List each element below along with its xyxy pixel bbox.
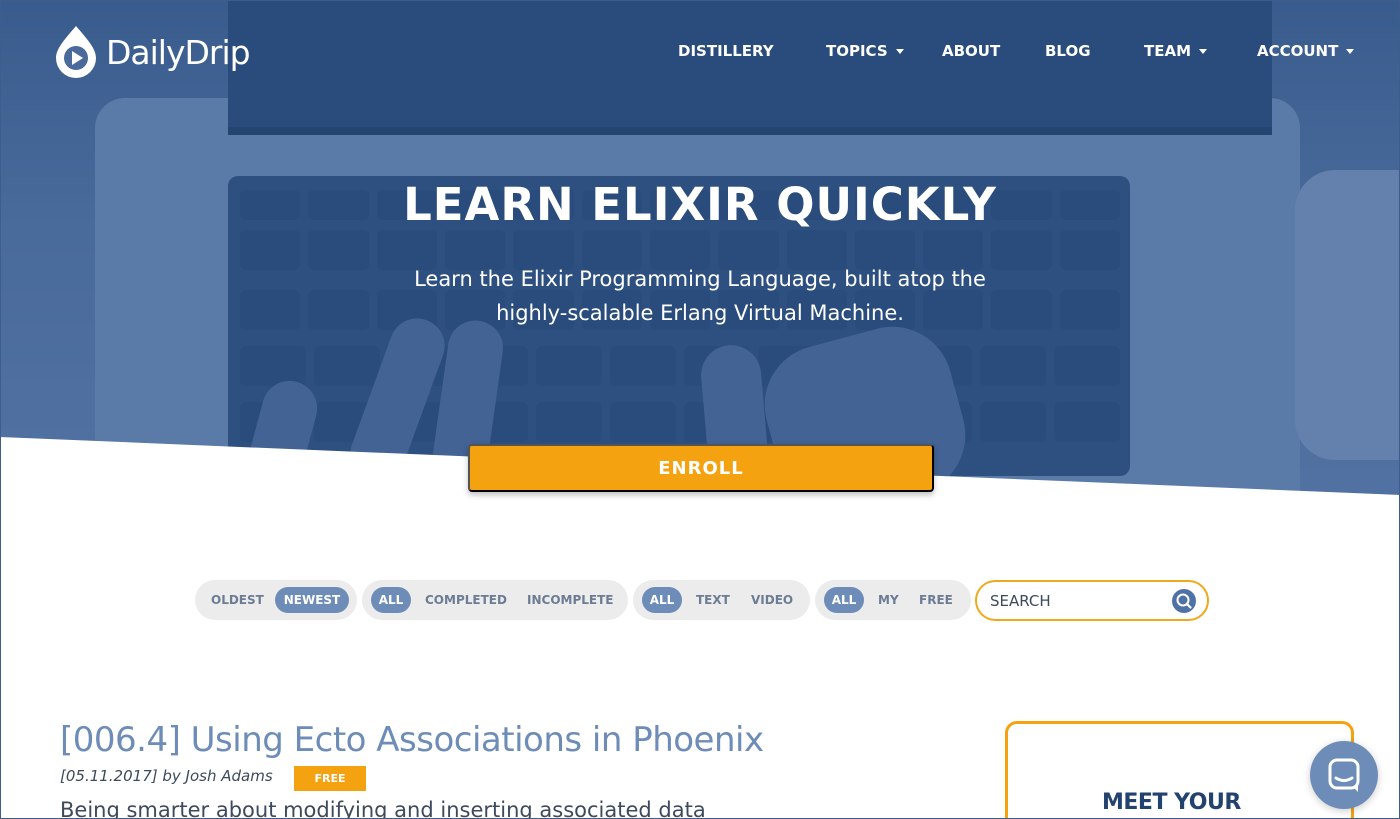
chevron-down-icon — [895, 49, 904, 54]
nav-item-about[interactable]: ABOUT — [942, 42, 1000, 60]
nav-item-blog[interactable]: BLOG — [1045, 42, 1091, 60]
search-button[interactable] — [1172, 589, 1196, 613]
access-my-option[interactable]: MY — [878, 587, 899, 613]
nav-item-label: ABOUT — [942, 42, 1001, 60]
chevron-down-icon — [1199, 49, 1208, 54]
nav-item-label: TOPICS — [826, 42, 888, 60]
article-title-link[interactable]: [006.4] Using Ecto Associations in Phoen… — [60, 720, 764, 760]
nav-item-topics[interactable]: TOPICS — [826, 42, 904, 60]
hero-subtitle: Learn the Elixir Programming Language, b… — [350, 262, 1050, 330]
access-free-option[interactable]: FREE — [919, 587, 953, 613]
format-all-option[interactable]: ALL — [642, 587, 682, 613]
sort-filter-group: OLDEST NEWEST — [195, 580, 357, 620]
filter-bar: OLDEST NEWEST ALL COMPLETED INCOMPLETE A… — [0, 580, 1400, 621]
sidebar-card-title: MEET YOUR — [1102, 790, 1241, 815]
search-icon — [1176, 593, 1192, 609]
nav-item-label: BLOG — [1045, 42, 1091, 60]
article-excerpt: Being smarter about modifying and insert… — [60, 798, 706, 819]
format-video-option[interactable]: VIDEO — [751, 587, 793, 613]
nav-item-account[interactable]: ACCOUNT — [1257, 42, 1355, 60]
hero-subtitle-line2: highly-scalable Erlang Virtual Machine. — [496, 301, 904, 325]
article-byline: by Josh Adams — [162, 767, 273, 785]
article-meta: [05.11.2017] by Josh Adams — [60, 767, 273, 785]
nav-item-label: ACCOUNT — [1257, 42, 1339, 60]
completion-all-option[interactable]: ALL — [371, 587, 411, 613]
sort-newest-option[interactable]: NEWEST — [275, 587, 349, 613]
format-text-option[interactable]: TEXT — [696, 587, 730, 613]
hero-title: LEARN ELIXIR QUICKLY — [403, 178, 997, 231]
hero-subtitle-line1: Learn the Elixir Programming Language, b… — [414, 267, 986, 291]
nav-item-distillery[interactable]: DISTILLERY — [678, 42, 774, 60]
search-box — [975, 580, 1209, 621]
enroll-button[interactable]: ENROLL — [468, 444, 934, 492]
chevron-down-icon — [1346, 49, 1355, 54]
main-nav: DISTILLERY TOPICS ABOUT BLOG TEAM ACCOUN… — [0, 42, 1400, 64]
access-all-option[interactable]: ALL — [824, 587, 864, 613]
format-filter-group: ALL TEXT VIDEO — [633, 580, 810, 620]
chat-icon — [1328, 758, 1360, 792]
chat-launcher-button[interactable] — [1310, 741, 1378, 809]
article-date: [05.11.2017] — [60, 767, 158, 785]
completion-filter-group: ALL COMPLETED INCOMPLETE — [362, 580, 628, 620]
free-badge: FREE — [294, 766, 366, 791]
sort-oldest-option[interactable]: OLDEST — [211, 587, 264, 613]
nav-item-label: TEAM — [1144, 42, 1192, 60]
access-filter-group: ALL MY FREE — [815, 580, 971, 620]
completion-completed-option[interactable]: COMPLETED — [425, 587, 507, 613]
search-input[interactable] — [990, 590, 1165, 612]
nav-item-label: DISTILLERY — [678, 42, 774, 60]
nav-item-team[interactable]: TEAM — [1144, 42, 1208, 60]
completion-incomplete-option[interactable]: INCOMPLETE — [527, 587, 613, 613]
